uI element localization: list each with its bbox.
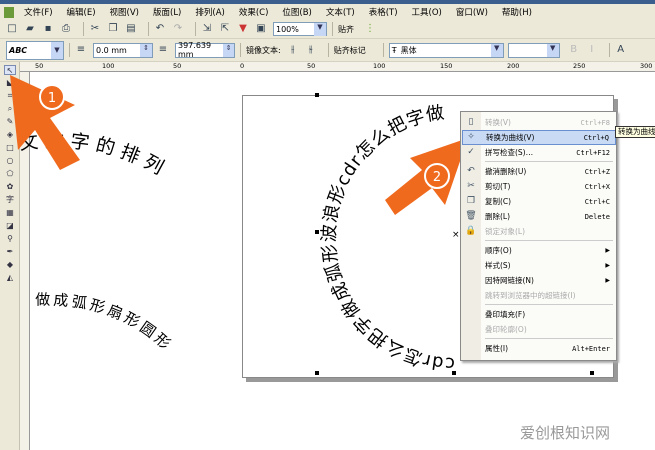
menu-separator bbox=[485, 240, 613, 241]
delete-icon: 🗑 bbox=[465, 211, 477, 221]
submenu-arrow-icon: ▶ bbox=[605, 262, 610, 269]
menu-item-shortcut: Ctrl+X bbox=[584, 182, 610, 191]
menu-item-label: 属性(I) bbox=[485, 344, 509, 353]
context-menu-item[interactable]: 转换为曲线(V) Ctrl+Q bbox=[462, 130, 616, 145]
curve-icon: ✧ bbox=[467, 132, 475, 142]
lock-icon: 🔒 bbox=[465, 226, 477, 236]
callout-number-2: 2 bbox=[433, 170, 441, 185]
menu-item-label: 转换(V) bbox=[485, 118, 511, 127]
menu-item-label: 样式(S) bbox=[485, 261, 511, 270]
menu-item-shortcut: Delete bbox=[584, 212, 610, 221]
menu-item-shortcut: Ctrl+F12 bbox=[576, 148, 610, 157]
selection-handle bbox=[315, 371, 319, 375]
context-menu-item[interactable]: 拼写检查(S)… Ctrl+F12 bbox=[481, 145, 616, 160]
context-menu-item: 跳转到浏览器中的超链接(I) bbox=[481, 288, 616, 303]
menu-item-label: 转换为曲线(V) bbox=[486, 133, 535, 142]
cut-icon: ✂ bbox=[467, 181, 475, 191]
menu-item-label: 锁定对象(L) bbox=[485, 227, 526, 236]
menu-item-shortcut: Ctrl+F8 bbox=[580, 118, 610, 127]
context-menu-item: 转换(V) Ctrl+F8 bbox=[481, 115, 616, 130]
submenu-arrow-icon: ▶ bbox=[605, 277, 610, 284]
callout-number-1: 1 bbox=[48, 91, 56, 106]
menu-separator bbox=[485, 338, 613, 339]
context-menu: 转换(V) Ctrl+F8 ▯ 转换为曲线(V) Ctrl+Q ✧ 拼写检查(S)… Ctrl… bbox=[460, 111, 617, 361]
callout-arrow-1: 1 bbox=[10, 75, 80, 170]
selection-handle bbox=[315, 230, 319, 234]
menu-item-label: 删除(L) bbox=[485, 212, 511, 221]
context-menu-item[interactable]: 顺序(O) ▶ bbox=[481, 243, 616, 258]
context-menu-item[interactable]: 剪切(T) Ctrl+X bbox=[481, 179, 616, 194]
menu-item-shortcut: Ctrl+C bbox=[584, 197, 610, 206]
callout-arrow-2: 2 bbox=[385, 138, 468, 215]
menu-item-label: 因特网链接(N) bbox=[485, 276, 534, 285]
selection-handle bbox=[452, 371, 456, 375]
submenu-arrow-icon: ▶ bbox=[605, 247, 610, 254]
menu-item-label: 顺序(O) bbox=[485, 246, 512, 255]
undo-icon: ↶ bbox=[467, 166, 475, 176]
menu-item-label: 拼写检查(S)… bbox=[485, 148, 534, 157]
context-menu-item[interactable]: 属性(I) Alt+Enter bbox=[481, 341, 616, 356]
menu-item-shortcut: Alt+Enter bbox=[572, 344, 610, 353]
spellcheck-icon: ✓ bbox=[467, 147, 475, 157]
selection-handle bbox=[590, 371, 594, 375]
menu-item-label: 剪切(T) bbox=[485, 182, 511, 191]
menu-item-label: 叠印填充(F) bbox=[485, 310, 526, 319]
context-menu-item[interactable]: 删除(L) Delete bbox=[481, 209, 616, 224]
selection-handle bbox=[315, 93, 319, 97]
center-marker: × bbox=[452, 230, 460, 240]
tooltip: 转换为曲线 bbox=[615, 126, 655, 138]
context-menu-item[interactable]: 叠印填充(F) bbox=[481, 307, 616, 322]
arc-text-2[interactable]: 做成弧形扇形圆形 bbox=[35, 291, 176, 355]
circle-text[interactable]: cdr怎么把字做成弧形波浪形cdr怎么把字做 bbox=[319, 102, 456, 374]
menu-item-label: 复制(C) bbox=[485, 197, 512, 206]
menu-item-label: 叠印轮廓(O) bbox=[485, 325, 527, 334]
copy-icon: ❐ bbox=[466, 196, 476, 206]
menu-item-shortcut: Ctrl+Q bbox=[583, 133, 609, 142]
context-menu-item[interactable]: 样式(S) ▶ bbox=[481, 258, 616, 273]
menu-item-label: 跳转到浏览器中的超链接(I) bbox=[485, 291, 576, 300]
menu-separator bbox=[485, 304, 613, 305]
context-menu-item[interactable]: 撤消删除(U) Ctrl+Z bbox=[481, 164, 616, 179]
menu-item-shortcut: Ctrl+Z bbox=[584, 167, 610, 176]
watermark: 爱创根知识网 bbox=[520, 424, 611, 442]
convert-icon: ▯ bbox=[468, 117, 474, 127]
context-menu-item: 叠印轮廓(O) bbox=[481, 322, 616, 337]
menu-separator bbox=[485, 161, 613, 162]
menu-item-label: 撤消删除(U) bbox=[485, 167, 527, 176]
context-menu-item[interactable]: 因特网链接(N) ▶ bbox=[481, 273, 616, 288]
context-menu-item[interactable]: 复制(C) Ctrl+C bbox=[481, 194, 616, 209]
context-menu-item: 锁定对象(L) bbox=[481, 224, 616, 239]
